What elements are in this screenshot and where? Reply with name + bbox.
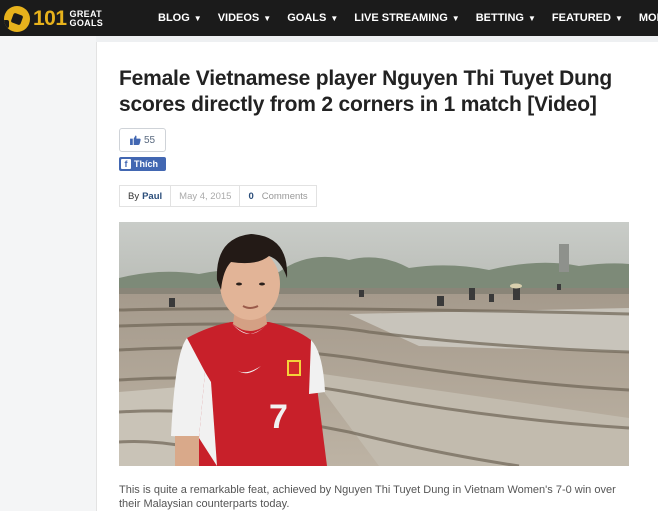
logo-wordmark: GREAT GOALS — [69, 9, 104, 28]
article-title: Female Vietnamese player Nguyen Thi Tuye… — [119, 67, 612, 116]
nav-live-streaming[interactable]: LIVE STREAMING ▼ — [354, 12, 459, 24]
author-link[interactable]: Paul — [142, 191, 162, 202]
article-meta: By Paul May 4, 2015 0 Comments — [119, 185, 317, 207]
facebook-icon: f — [121, 159, 131, 169]
article-caption: This is quite a remarkable feat, achieve… — [119, 484, 616, 510]
main-menu: BLOG ▼ VIDEOS ▼ GOALS ▼ LIVE STREAMING ▼ BET… — [150, 0, 658, 36]
comment-count: 0 — [248, 190, 254, 202]
top-navigation-bar: 101 GREAT GOALS BLOG ▼ VIDEOS ▼ GOALS ▼ LIV… — [0, 0, 658, 36]
like-count-box[interactable]: 55 — [119, 128, 166, 152]
nav-featured[interactable]: FEATURED ▼ — [552, 12, 623, 24]
site-logo[interactable]: 101 GREAT GOALS — [4, 5, 103, 32]
article-card: Female Vietnamese player Nguyen Thi Tuye… — [96, 42, 658, 511]
nav-goals[interactable]: GOALS ▼ — [287, 12, 338, 24]
chevron-down-icon: ▼ — [451, 13, 460, 23]
logo-line-2: GOALS — [69, 17, 104, 28]
nav-videos[interactable]: VIDEOS ▼ — [218, 12, 272, 24]
chevron-down-icon: ▼ — [263, 13, 272, 23]
chevron-down-icon: ▼ — [193, 13, 202, 23]
nav-blog[interactable]: BLOG ▼ — [158, 12, 202, 24]
comments-label: Comments — [261, 190, 308, 202]
nav-betting[interactable]: BETTING ▼ — [476, 12, 536, 24]
jersey-number: 7 — [269, 398, 288, 436]
comments-link[interactable]: 0 Comments — [239, 185, 317, 207]
chevron-down-icon: ▼ — [330, 13, 339, 23]
left-gutter — [0, 36, 96, 511]
logo-number: 101 — [33, 6, 67, 30]
author-cell: By Paul — [119, 185, 172, 207]
nav-more[interactable]: MOR — [639, 12, 658, 24]
facebook-like-label: Thích — [134, 159, 158, 169]
chevron-down-icon: ▼ — [614, 13, 623, 23]
article-photo: 7 — [119, 222, 629, 466]
publish-date: May 4, 2015 — [170, 185, 241, 207]
facebook-like-button[interactable]: f Thích — [119, 157, 166, 171]
like-count: 55 — [143, 134, 156, 146]
player-in-field-image: 7 — [119, 222, 629, 466]
thumbs-up-icon — [129, 135, 141, 145]
chevron-down-icon: ▼ — [527, 13, 536, 23]
soccer-ball-icon — [4, 5, 30, 32]
